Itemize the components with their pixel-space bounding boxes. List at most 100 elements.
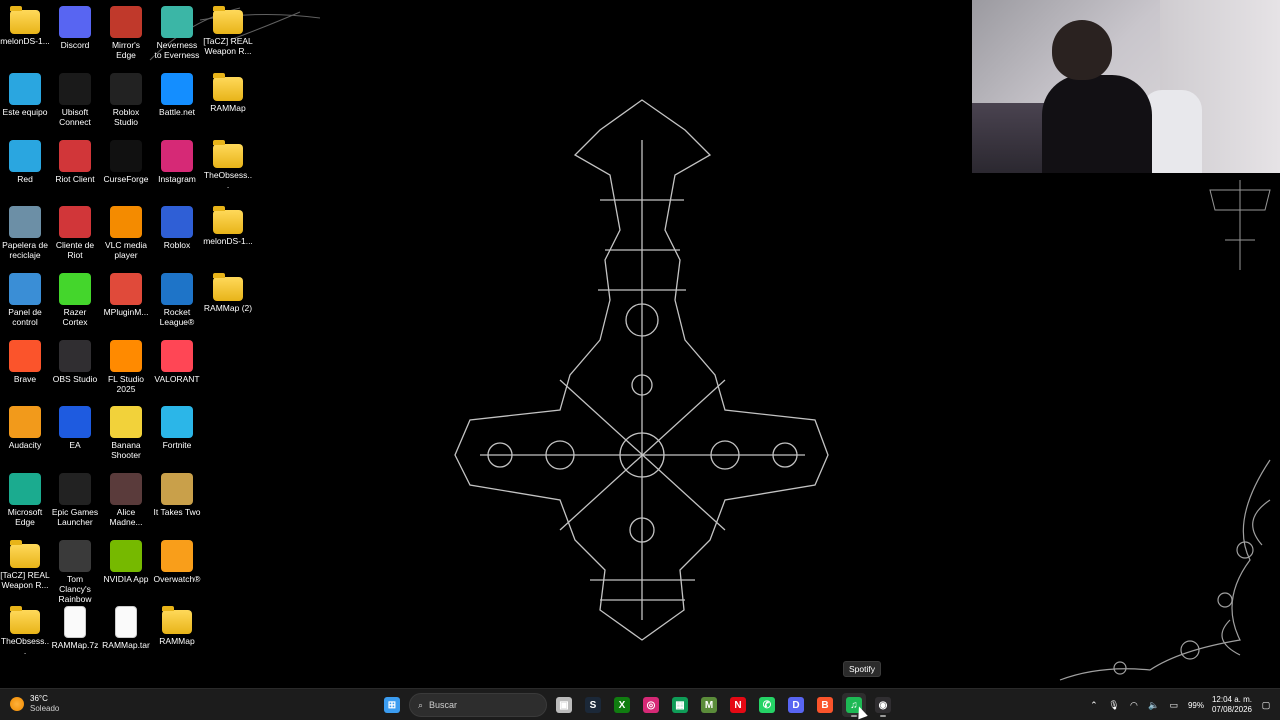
xbox-button[interactable]: X	[610, 693, 634, 717]
discord-icon: D	[788, 697, 804, 713]
desktop-icon[interactable]: Neverness to Everness	[152, 4, 202, 60]
clock[interactable]: 12:04 a. m. 07/08/2026	[1212, 695, 1252, 715]
notification-icon[interactable]: ▢	[1260, 699, 1272, 711]
desktop-icon[interactable]: RAMMap.tar	[101, 604, 151, 650]
desktop-icon-label: Red	[17, 174, 33, 184]
desktop-icon[interactable]: Microsoft Edge	[0, 471, 50, 527]
desktop-icon-label: Riot Client	[55, 174, 95, 184]
desktop-icon[interactable]: Red	[0, 138, 50, 184]
desktop-icon[interactable]: Cliente de Riot	[50, 204, 100, 260]
desktop-icon[interactable]: Banana Shooter	[101, 404, 151, 460]
desktop-icon[interactable]: Brave	[0, 338, 50, 384]
desktop-icon[interactable]: [TaCZ] REAL Weapon R...	[203, 4, 253, 56]
desktop-icon[interactable]: [TaCZ] REAL Weapon R...	[0, 538, 50, 590]
desktop-icon[interactable]: It Takes Two	[152, 471, 202, 517]
desktop-icon-label: NVIDIA App	[103, 574, 149, 584]
desktop-icon[interactable]: Battle.net	[152, 71, 202, 117]
desktop-icon[interactable]: RAMMap.7z	[50, 604, 100, 650]
ubisoft-icon	[59, 73, 91, 105]
desktop-icon[interactable]: Papelera de reciclaje	[0, 204, 50, 260]
desktop-icon[interactable]: TheObsess...	[0, 604, 50, 656]
netflix-button[interactable]: N	[726, 693, 750, 717]
desktop-icon-label: EA	[69, 440, 81, 450]
desktop-icon[interactable]: Roblox Studio	[101, 71, 151, 127]
desktop-icon[interactable]: Instagram	[152, 138, 202, 184]
desktop-icon-label: Epic Games Launcher	[51, 507, 99, 527]
desktop-icon[interactable]: RAMMap	[203, 71, 253, 113]
battery-percent[interactable]: 99%	[1188, 701, 1204, 710]
desktop-icon-label: Microsoft Edge	[7, 507, 43, 527]
volume-icon[interactable]: 🔈	[1148, 699, 1160, 711]
desktop-icon[interactable]: TheObsess...	[203, 138, 253, 190]
desktop-icon[interactable]: VALORANT	[152, 338, 202, 384]
file-icon	[64, 606, 86, 638]
steam-button[interactable]: S	[581, 693, 605, 717]
desktop-icon[interactable]: NVIDIA App	[101, 538, 151, 584]
obs-icon	[59, 340, 91, 372]
desktop-icon[interactable]: Tom Clancy's Rainbow Si...	[50, 538, 100, 614]
desktop-icon-label: MPluginM...	[103, 307, 149, 317]
fortnite-icon	[161, 406, 193, 438]
microphone-icon[interactable]: 🎙	[1108, 699, 1120, 711]
weather-widget[interactable]: 36°C Soleado	[10, 694, 59, 714]
banana-shooter-icon	[110, 406, 142, 438]
rocket-league-icon	[161, 273, 193, 305]
desktop-icon[interactable]: Razer Cortex	[50, 271, 100, 327]
battlenet-icon	[161, 73, 193, 105]
desktop-icon[interactable]: Epic Games Launcher	[50, 471, 100, 527]
desktop-icon[interactable]: EA	[50, 404, 100, 450]
desktop-icon[interactable]: VLC media player	[101, 204, 151, 260]
desktop-icon[interactable]: Audacity	[0, 404, 50, 450]
desktop-icon-label: TheObsess...	[0, 636, 50, 656]
wifi-icon[interactable]: ◠	[1128, 699, 1140, 711]
desktop-icon-label: [TaCZ] REAL Weapon R...	[203, 36, 253, 56]
desktop-icon[interactable]: Fortnite	[152, 404, 202, 450]
edge-icon	[9, 473, 41, 505]
desktop-icon-label: Alice Madne...	[109, 507, 143, 527]
desktop-icon-label: RAMMap	[159, 636, 195, 646]
start-button[interactable]: ⊞	[380, 693, 404, 717]
search-box[interactable]: ⌕ Buscar	[409, 693, 547, 717]
desktop-icon[interactable]: MPluginM...	[101, 271, 151, 317]
folder-icon	[10, 540, 40, 568]
brave-button[interactable]: B	[813, 693, 837, 717]
obs-button[interactable]: ◉	[871, 693, 895, 717]
desktop-icon[interactable]: RAMMap (2)	[203, 271, 253, 313]
minecraft-button[interactable]: M	[697, 693, 721, 717]
spotify-tooltip: Spotify	[843, 661, 881, 677]
mirrors-edge-icon	[110, 6, 142, 38]
battery-icon[interactable]: ▭	[1168, 699, 1180, 711]
brave-icon	[9, 340, 41, 372]
whatsapp-button[interactable]: ✆	[755, 693, 779, 717]
desktop-icon[interactable]: Mirror's Edge	[101, 4, 151, 60]
xbox-app-button[interactable]: ▦	[668, 693, 692, 717]
desktop-icon[interactable]: FL Studio 2025	[101, 338, 151, 394]
desktop-icon[interactable]: Alice Madne...	[101, 471, 151, 527]
folder-icon	[213, 206, 243, 234]
desktop-icon-label: It Takes Two	[153, 507, 201, 517]
recycle-bin-icon	[9, 206, 41, 238]
desktop-icon[interactable]: OBS Studio	[50, 338, 100, 384]
desktop-icon[interactable]: Este equipo	[0, 71, 50, 117]
instagram-button[interactable]: ◎	[639, 693, 663, 717]
network-icon	[9, 140, 41, 172]
discord-button[interactable]: D	[784, 693, 808, 717]
desktop-icon[interactable]: Riot Client	[50, 138, 100, 184]
desktop-icon[interactable]: Ubisoft Connect	[50, 71, 100, 127]
desktop-icon[interactable]: Rocket League®	[152, 271, 202, 327]
desktop-icon[interactable]: RAMMap	[152, 604, 202, 646]
xbox-app-icon: ▦	[672, 697, 688, 713]
folder-icon	[10, 606, 40, 634]
desktop-icon[interactable]: Discord	[50, 4, 100, 50]
desktop-icon-label: RAMMap.7z	[51, 640, 99, 650]
task-view-button[interactable]: ▣	[552, 693, 576, 717]
desktop-icon[interactable]: Panel de control	[0, 271, 50, 327]
chevron-up-icon[interactable]: ⌃	[1088, 699, 1100, 711]
desktop-icon[interactable]: melonDS-1...	[203, 204, 253, 246]
desktop-icon[interactable]: CurseForge	[101, 138, 151, 184]
desktop-icon-label: Rocket League®	[159, 307, 195, 327]
desktop-icon[interactable]: Roblox	[152, 204, 202, 250]
desktop-icon[interactable]: melonDS-1...	[0, 4, 50, 46]
desktop-icon[interactable]: Overwatch®	[152, 538, 202, 584]
alice-madness-icon	[110, 473, 142, 505]
